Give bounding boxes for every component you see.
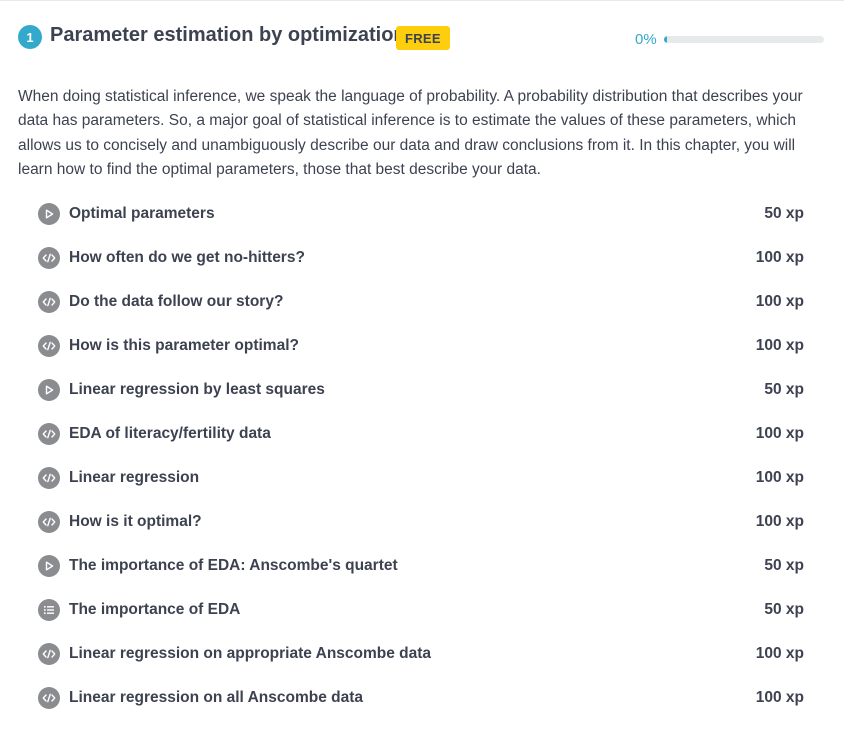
chapter-description: When doing statistical inference, we spe… [18, 87, 803, 179]
lesson-item[interactable]: EDA of literacy/fertility data 100 xp [38, 412, 804, 456]
lesson-title: The importance of EDA: Anscombe's quarte… [69, 557, 398, 574]
chapter-card: 1 Parameter estimation by optimization F… [0, 0, 844, 739]
chapter-number-badge: 1 [18, 25, 42, 49]
code-icon [38, 511, 60, 533]
lesson-title: Linear regression [69, 469, 200, 486]
list-icon [38, 599, 60, 621]
lesson-xp: 50 xp [764, 557, 804, 574]
lesson-item[interactable]: Linear regression on all Anscombe data 10… [38, 676, 804, 720]
chapter-title[interactable]: Parameter estimation by optimization [50, 24, 406, 47]
lesson-title: Linear regression on all Anscombe data [69, 689, 364, 706]
lesson-title: The importance of EDA [69, 601, 241, 618]
lesson-xp: 100 xp [755, 293, 804, 310]
lesson-xp: 100 xp [755, 513, 804, 530]
lesson-title: EDA of literacy/fertility data [69, 425, 271, 442]
lesson-item[interactable]: How often do we get no-hitters? 100 xp [38, 236, 804, 280]
lesson-title: Optimal parameters [69, 205, 215, 222]
lesson-item[interactable]: How is it optimal? 100 xp [38, 500, 804, 544]
lesson-item[interactable]: Linear regression by least squares 50 xp [38, 368, 804, 412]
code-icon [38, 335, 60, 357]
lesson-xp: 50 xp [764, 601, 804, 618]
lesson-xp: 100 xp [755, 645, 804, 662]
lesson-xp: 100 xp [755, 469, 804, 486]
lesson-title: How is this parameter optimal? [69, 337, 299, 354]
lesson-xp: 100 xp [755, 689, 804, 706]
progress-bar-fill [664, 36, 667, 43]
play-icon [38, 203, 60, 225]
progress-bar [664, 36, 824, 43]
lesson-title: How often do we get no-hitters? [69, 249, 305, 266]
lesson-xp: 100 xp [755, 337, 804, 354]
play-icon [38, 555, 60, 577]
lesson-item[interactable]: Linear regression on appropriate Anscomb… [38, 632, 804, 676]
lesson-item[interactable]: Optimal parameters 50 xp [38, 192, 804, 236]
lesson-item[interactable]: The importance of EDA: Anscombe's quarte… [38, 544, 804, 588]
lesson-title: Linear regression on appropriate Anscomb… [69, 645, 432, 662]
code-icon [38, 291, 60, 313]
chapter-header: 1 Parameter estimation by optimization F… [18, 23, 824, 53]
progress-percentage: 0% [635, 31, 657, 48]
lesson-xp: 100 xp [755, 425, 804, 442]
free-badge: FREE [396, 26, 450, 50]
lesson-item[interactable]: The importance of EDA 50 xp [38, 588, 804, 632]
lesson-list: Optimal parameters 50 xp How often do we g… [38, 192, 804, 720]
code-icon [38, 247, 60, 269]
lesson-item[interactable]: How is this parameter optimal? 100 xp [38, 324, 804, 368]
play-icon [38, 379, 60, 401]
lesson-item[interactable]: Linear regression 100 xp [38, 456, 804, 500]
lesson-item[interactable]: Do the data follow our story? 100 xp [38, 280, 804, 324]
code-icon [38, 643, 60, 665]
code-icon [38, 467, 60, 489]
code-icon [38, 423, 60, 445]
code-icon [38, 687, 60, 709]
lesson-title: Do the data follow our story? [69, 293, 284, 310]
lesson-xp: 50 xp [764, 381, 804, 398]
lesson-xp: 50 xp [764, 205, 804, 222]
lesson-xp: 100 xp [755, 249, 804, 266]
lesson-title: How is it optimal? [69, 513, 202, 530]
lesson-title: Linear regression by least squares [69, 381, 325, 398]
